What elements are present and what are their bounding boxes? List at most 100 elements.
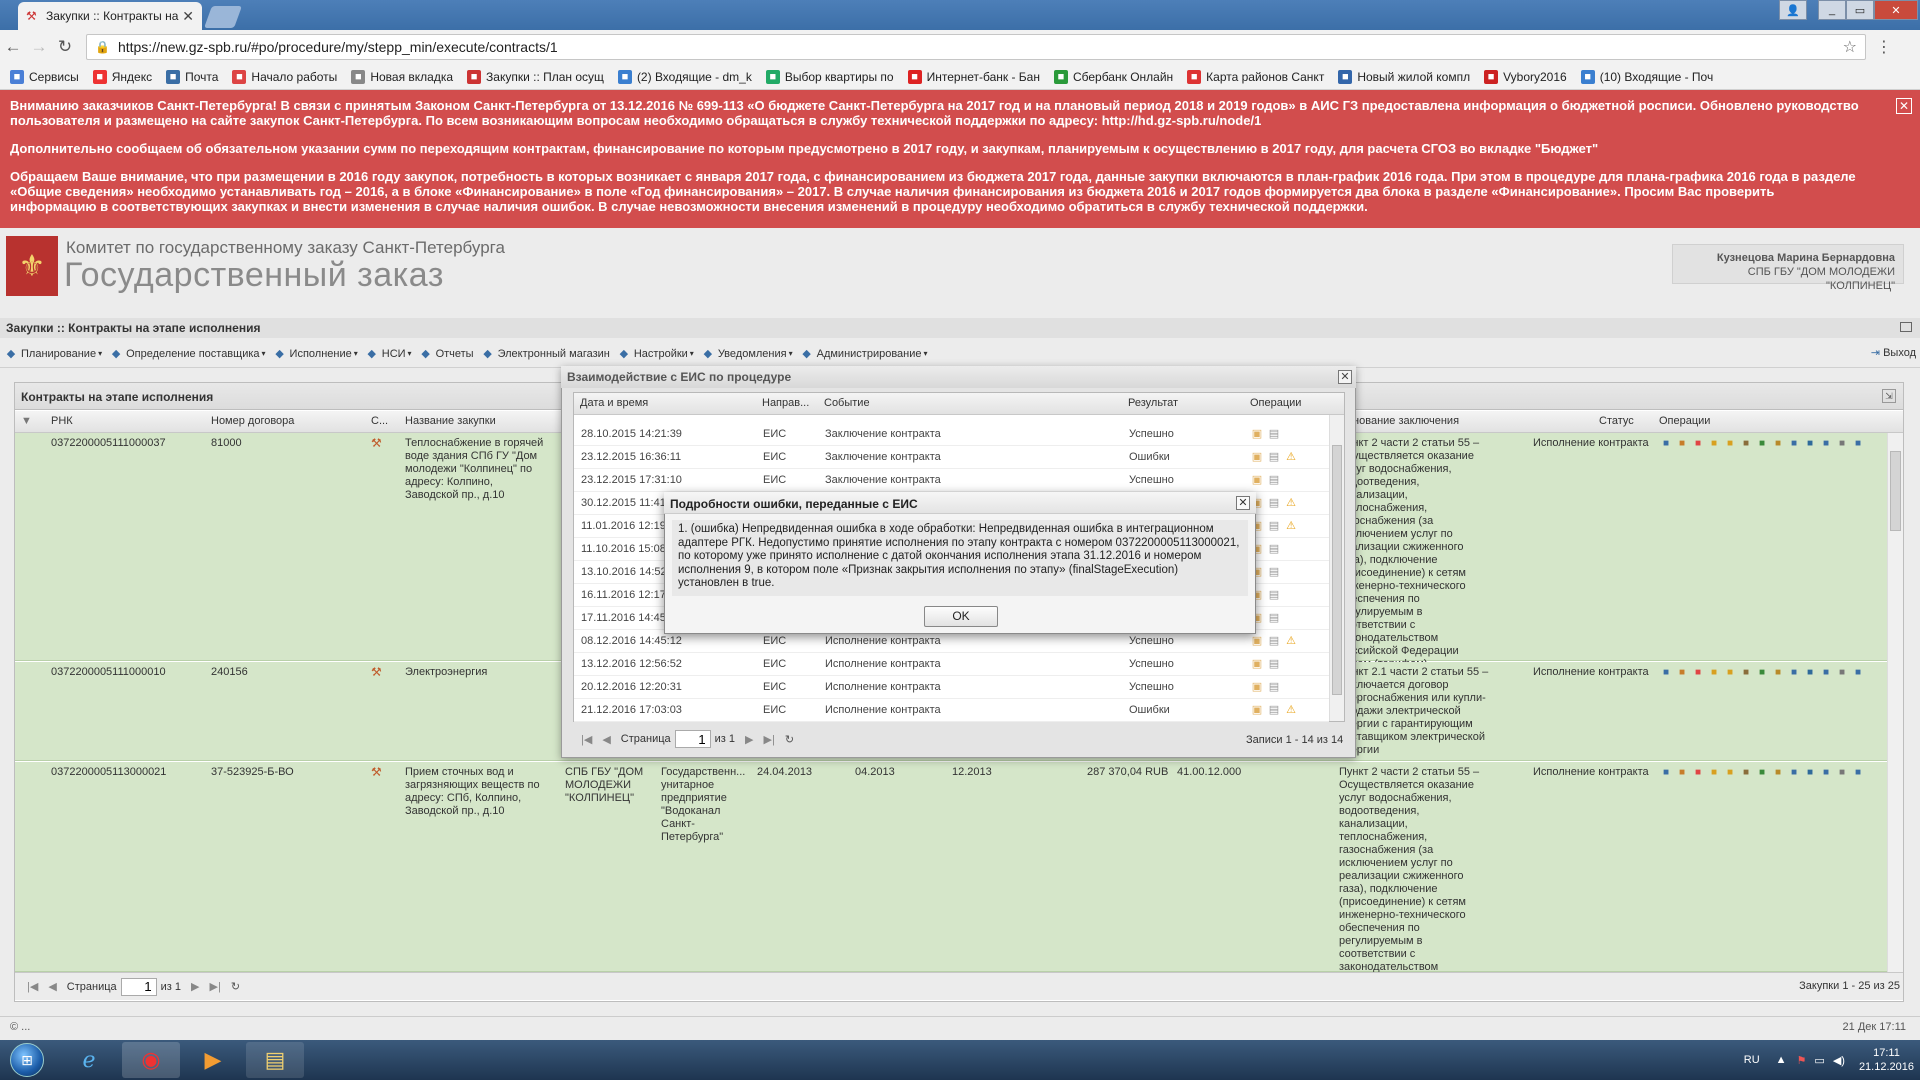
warning-icon[interactable]: ⚠	[1284, 496, 1298, 510]
sheet-icon[interactable]: ■	[1819, 437, 1833, 451]
page-icon[interactable]: ■	[1787, 437, 1801, 451]
media-player-taskbar-icon[interactable]: ▶	[184, 1042, 242, 1078]
bookmark-item[interactable]: ■ Сервисы	[10, 69, 79, 84]
close-tab-icon[interactable]: ✕	[182, 8, 194, 25]
eis-row[interactable]: 20.12.2016 12:20:31 ЕИС Исполнение контрак…	[574, 676, 1329, 699]
reload-icon[interactable]: ↻	[52, 37, 78, 57]
column-header-basis[interactable]: Основание заключения	[1339, 415, 1459, 427]
tray-expand-icon[interactable]: ▲	[1776, 1054, 1787, 1066]
gear-icon[interactable]: ■	[1739, 766, 1753, 780]
user-info-box[interactable]: Кузнецова Марина Бернардовна СПБ ГБУ "ДО…	[1672, 244, 1904, 292]
column-header-operations[interactable]: Операции	[1659, 415, 1710, 427]
menu-admin[interactable]: ◆ Администрирование ▾	[800, 347, 927, 361]
browser-menu-icon[interactable]: ⋮	[1876, 37, 1892, 57]
document-icon[interactable]: ▤	[1267, 565, 1281, 579]
doc-icon[interactable]: ■	[1659, 666, 1673, 680]
stop-icon[interactable]: ■	[1691, 437, 1705, 451]
clock[interactable]: 17:11 21.12.2016	[1859, 1046, 1914, 1074]
document-icon[interactable]: ▤	[1267, 680, 1281, 694]
flag-icon[interactable]: ⚑	[1797, 1054, 1807, 1067]
eis-column-event[interactable]: Событие	[824, 397, 870, 409]
eis-row[interactable]: 28.10.2015 14:21:39 ЕИС Заключение контрак…	[574, 423, 1329, 446]
chart-icon[interactable]: ■	[1707, 666, 1721, 680]
document-icon[interactable]: ▤	[1267, 427, 1281, 441]
menu-notification[interactable]: ◆ Уведомления ▾	[701, 347, 793, 361]
browser-tab[interactable]: ⚒ Закупки :: Контракты на ✕	[18, 2, 202, 30]
copy-icon[interactable]: ■	[1835, 437, 1849, 451]
stamp-icon[interactable]: ■	[1675, 437, 1689, 451]
mail-icon[interactable]: ■	[1851, 666, 1865, 680]
column-header-status[interactable]: Статус	[1599, 415, 1634, 427]
document-icon[interactable]: ▤	[1267, 473, 1281, 487]
bookmark-item[interactable]: ■ Начало работы	[232, 69, 337, 84]
document-icon[interactable]: ▤	[1267, 496, 1281, 510]
column-header-contract-number[interactable]: Номер договора	[211, 415, 294, 427]
bell-icon[interactable]: ■	[1723, 766, 1737, 780]
sync-icon[interactable]: ■	[1755, 766, 1769, 780]
package-icon[interactable]: ▣	[1250, 450, 1264, 464]
panel-settings-icon[interactable]: ⇲	[1882, 389, 1896, 403]
ie-taskbar-icon[interactable]: ℯ	[60, 1042, 118, 1078]
document-icon[interactable]: ▤	[1267, 634, 1281, 648]
bookmark-item[interactable]: ■ Интернет-банк - Бан	[907, 69, 1040, 84]
url-input[interactable]: 🔒 https://new.gz-spb.ru/#po/procedure/my…	[86, 34, 1866, 60]
document-icon[interactable]: ▤	[1267, 588, 1281, 602]
eis-row[interactable]: 13.12.2016 12:56:52 ЕИС Исполнение контрак…	[574, 653, 1329, 676]
filter-icon[interactable]: ▼	[21, 415, 32, 427]
menu-supplier[interactable]: ◆ Определение поставщика ▾	[109, 347, 266, 361]
maximize-window-button[interactable]: ▭	[1846, 0, 1874, 20]
bookmark-item[interactable]: ■ Яндекс	[92, 69, 152, 84]
prev-page-icon[interactable]: ◀	[48, 980, 56, 993]
box-icon[interactable]: ■	[1771, 666, 1785, 680]
last-page-icon[interactable]: ▶|	[210, 980, 221, 993]
bell-icon[interactable]: ■	[1723, 666, 1737, 680]
grid-scrollbar[interactable]	[1887, 433, 1903, 973]
close-announcement-icon[interactable]: ✕	[1896, 98, 1912, 114]
bookmark-item[interactable]: ■ Почта	[166, 69, 218, 84]
eis-next-page-icon[interactable]: ▶	[745, 733, 753, 746]
document-icon[interactable]: ▤	[1267, 450, 1281, 464]
bell-icon[interactable]: ■	[1723, 437, 1737, 451]
package-icon[interactable]: ▣	[1250, 473, 1264, 487]
eis-page-input[interactable]	[674, 730, 711, 748]
next-page-icon[interactable]: ▶	[191, 980, 199, 993]
chart-icon[interactable]: ■	[1707, 766, 1721, 780]
stamp-icon[interactable]: ■	[1675, 666, 1689, 680]
eis-row[interactable]: 23.12.2015 16:36:11 ЕИС Заключение контрак…	[574, 446, 1329, 469]
warning-icon[interactable]: ⚠	[1284, 703, 1298, 717]
menu-report[interactable]: ◆ Отчеты	[419, 347, 473, 361]
table-icon[interactable]: ■	[1803, 666, 1817, 680]
package-icon[interactable]: ▣	[1250, 680, 1264, 694]
column-header-name[interactable]: Название закупки	[405, 415, 496, 427]
document-icon[interactable]: ▤	[1267, 657, 1281, 671]
document-icon[interactable]: ▤	[1267, 703, 1281, 717]
package-icon[interactable]: ▣	[1250, 634, 1264, 648]
eis-column-result[interactable]: Результат	[1128, 397, 1178, 409]
start-button[interactable]: ⊞	[4, 1040, 50, 1080]
page-number-input[interactable]	[120, 977, 157, 996]
stop-icon[interactable]: ■	[1691, 766, 1705, 780]
package-icon[interactable]: ▣	[1250, 703, 1264, 717]
error-dialog-close-icon[interactable]: ✕	[1236, 496, 1250, 510]
doc-icon[interactable]: ■	[1659, 437, 1673, 451]
language-indicator[interactable]: RU	[1744, 1054, 1760, 1066]
box-icon[interactable]: ■	[1771, 766, 1785, 780]
doc-icon[interactable]: ■	[1659, 766, 1673, 780]
page-icon[interactable]: ■	[1787, 766, 1801, 780]
document-icon[interactable]: ▤	[1267, 611, 1281, 625]
eis-dialog-close-icon[interactable]: ✕	[1338, 370, 1352, 384]
warning-icon[interactable]: ⚠	[1284, 519, 1298, 533]
bookmark-item[interactable]: ■ Vybory2016	[1484, 69, 1567, 84]
document-icon[interactable]: ▤	[1267, 542, 1281, 556]
mail-icon[interactable]: ■	[1851, 437, 1865, 451]
bookmark-item[interactable]: ■ Новая вкладка	[351, 69, 453, 84]
bookmark-item[interactable]: ■ Сбербанк Онлайн	[1053, 69, 1173, 84]
mail-icon[interactable]: ■	[1851, 766, 1865, 780]
chart-icon[interactable]: ■	[1707, 437, 1721, 451]
forward-icon[interactable]: →	[26, 37, 52, 57]
eis-prev-page-icon[interactable]: ◀	[602, 733, 610, 746]
eis-scrollbar[interactable]	[1329, 415, 1344, 721]
user-profile-icon[interactable]: 👤	[1779, 0, 1807, 20]
bookmark-item[interactable]: ■ Новый жилой компл	[1338, 69, 1470, 84]
back-icon[interactable]: ←	[0, 37, 26, 57]
